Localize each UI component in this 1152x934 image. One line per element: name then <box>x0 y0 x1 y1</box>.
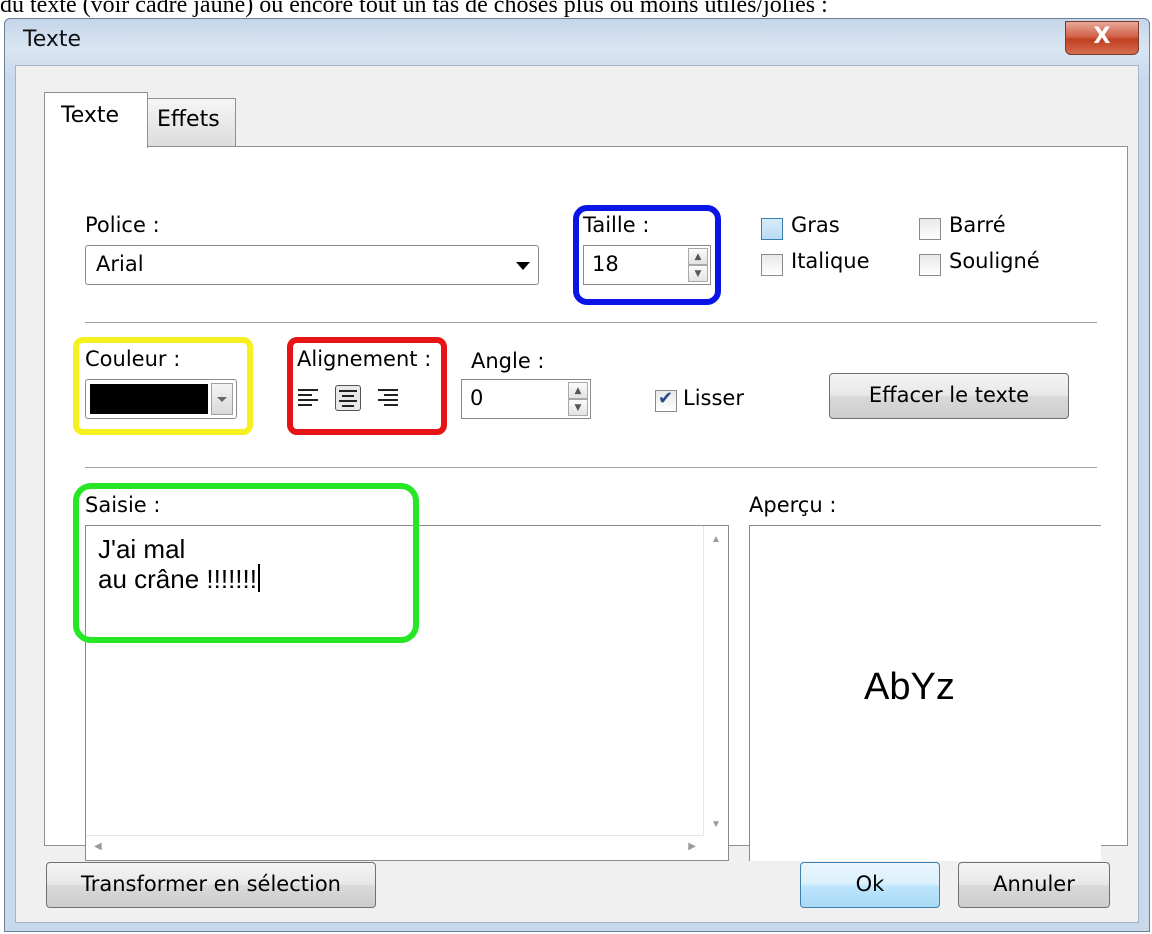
vertical-scrollbar[interactable]: ▲ ▼ <box>703 526 728 836</box>
scroll-right-icon[interactable]: ▶ <box>688 841 696 852</box>
dialog-title: Texte <box>23 27 82 52</box>
angle-spinner[interactable]: 0 ▲ ▼ <box>461 379 591 419</box>
tab-panel-texte: Police : Arial Taille : 18 ▲ ▼ Gras Barr… <box>44 146 1128 861</box>
smooth-label: Lisser <box>683 386 744 410</box>
tab-texte[interactable]: Texte <box>44 92 148 148</box>
angle-down-button[interactable]: ▼ <box>568 399 588 416</box>
preview-panel: AbYz <box>749 525 1101 861</box>
preview-sample: AbYz <box>864 666 955 708</box>
highlight-frame-couleur <box>73 337 253 435</box>
highlight-frame-taille <box>573 205 721 305</box>
bold-label: Gras <box>791 213 840 237</box>
cancel-button[interactable]: Annuler <box>958 862 1110 908</box>
scroll-up-icon[interactable]: ▲ <box>711 534 721 545</box>
angle-value: 0 <box>470 386 484 410</box>
underline-checkbox[interactable] <box>919 254 941 276</box>
highlight-frame-saisie <box>73 483 419 643</box>
transform-selection-button[interactable]: Transformer en sélection <box>46 862 376 908</box>
scroll-down-icon[interactable]: ▼ <box>711 819 721 830</box>
separator <box>85 322 1097 323</box>
separator <box>85 467 1097 468</box>
smooth-checkbox[interactable] <box>655 388 677 412</box>
italic-label: Italique <box>791 249 870 273</box>
angle-label: Angle : <box>471 349 545 373</box>
strike-label: Barré <box>949 213 1006 237</box>
texte-dialog: Texte X Texte Effets Police : Arial Tail… <box>4 18 1150 932</box>
clear-text-button[interactable]: Effacer le texte <box>829 373 1069 419</box>
tab-effets[interactable]: Effets <box>146 98 236 146</box>
font-label: Police : <box>85 213 160 237</box>
horizontal-scrollbar[interactable]: ◀ ▶ <box>86 835 704 860</box>
bold-checkbox[interactable] <box>761 218 783 240</box>
highlight-frame-alignement <box>287 337 447 435</box>
scroll-left-icon[interactable]: ◀ <box>94 841 102 852</box>
italic-checkbox[interactable] <box>761 254 783 276</box>
close-button[interactable]: X <box>1065 21 1139 55</box>
strike-checkbox[interactable] <box>919 218 941 240</box>
font-select-value: Arial <box>96 252 144 276</box>
font-select[interactable]: Arial <box>85 245 539 285</box>
close-icon: X <box>1093 24 1111 49</box>
angle-up-button[interactable]: ▲ <box>568 382 588 399</box>
underline-label: Souligné <box>949 249 1040 273</box>
chevron-down-icon <box>516 262 530 270</box>
preview-label: Aperçu : <box>749 493 837 517</box>
ok-button[interactable]: Ok <box>800 862 940 908</box>
dialog-client-area: Texte Effets Police : Arial Taille : 18 … <box>15 65 1139 923</box>
